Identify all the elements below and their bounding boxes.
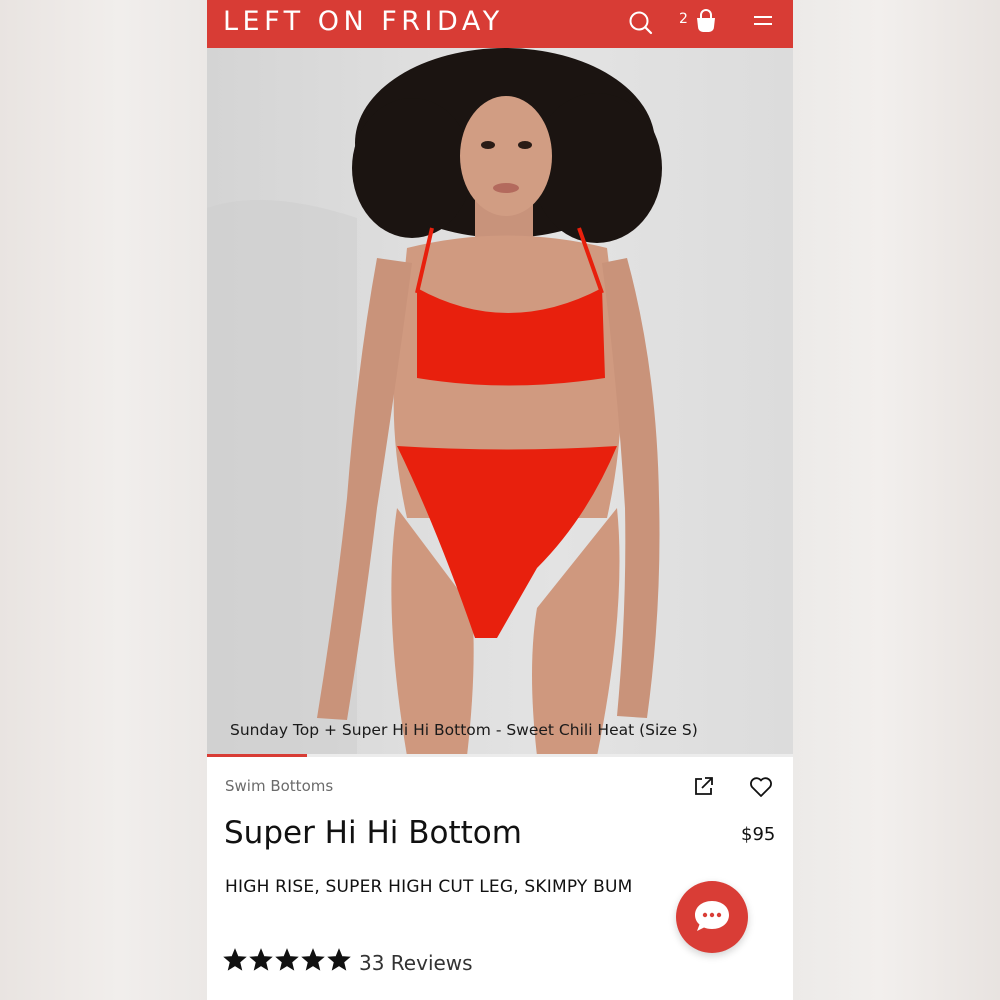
reviews-link[interactable]: 33 Reviews: [359, 951, 473, 975]
gallery-progress-fill: [207, 754, 307, 757]
site-header: LEFT ON FRIDAY 2: [207, 0, 793, 48]
star-icon: [327, 948, 351, 971]
product-price: $95: [741, 824, 776, 845]
phone-screen: LEFT ON FRIDAY 2 Sunday Top + Super Hi H…: [207, 0, 793, 1000]
bag-icon[interactable]: [695, 9, 717, 37]
heart-icon[interactable]: [749, 776, 773, 802]
chat-icon: [695, 901, 729, 931]
star-icon: [301, 948, 325, 971]
search-icon[interactable]: [628, 10, 654, 40]
share-icon[interactable]: [693, 775, 715, 801]
star-icon: [249, 948, 273, 971]
cart-count: 2: [679, 11, 688, 27]
model-photo: [207, 48, 662, 756]
brand-logo[interactable]: LEFT ON FRIDAY: [223, 6, 504, 37]
product-image[interactable]: Sunday Top + Super Hi Hi Bottom - Sweet …: [207, 48, 793, 756]
menu-icon[interactable]: [752, 12, 774, 34]
image-caption: Sunday Top + Super Hi Hi Bottom - Sweet …: [230, 721, 698, 739]
rating-stars[interactable]: [223, 948, 351, 972]
star-icon: [223, 948, 247, 971]
product-description: HIGH RISE, SUPER HIGH CUT LEG, SKIMPY BU…: [225, 877, 633, 897]
product-category[interactable]: Swim Bottoms: [225, 777, 333, 795]
product-title: Super Hi Hi Bottom: [224, 815, 522, 851]
gallery-progress: [207, 754, 793, 757]
star-icon: [275, 948, 299, 971]
chat-button[interactable]: [676, 881, 748, 953]
